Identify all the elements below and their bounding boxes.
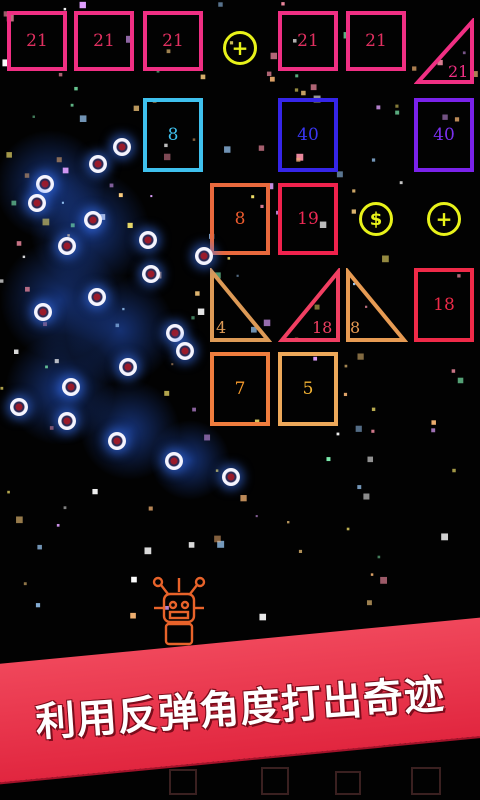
ball [108,432,126,450]
ball [195,247,213,265]
ball [34,303,52,321]
ball [119,358,137,376]
ball [58,237,76,255]
ball [139,231,157,249]
ghost-robots-decoration [169,767,441,795]
ball [166,324,184,342]
ball [58,412,76,430]
brick-block: 21 [74,11,134,71]
plus-icon: + [427,202,461,236]
triangle-block-label: 18 [312,318,333,337]
dollar-coin-icon: $ [359,202,393,236]
brick-block: 8 [210,183,270,255]
brick-block: 18 [414,268,474,342]
ball [222,468,240,486]
triangle-block-label: 8 [350,318,361,337]
brick-block: 5 [278,352,338,426]
ball [89,155,107,173]
brick-block: 7 [210,352,270,426]
brick-block: 21 [346,11,406,71]
ball [176,342,194,360]
ball [88,288,106,306]
plus-icon: + [223,31,257,65]
ball [113,138,131,156]
ball [165,452,183,470]
brick-block: 40 [278,98,338,172]
ball [36,175,54,193]
triangle-block-label: 21 [448,62,469,81]
triangle-block-label: 4 [216,318,227,337]
brick-block: 21 [278,11,338,71]
brick-block: 19 [278,183,338,255]
robot-launcher-icon[interactable] [148,574,210,654]
ball [142,265,160,283]
brick-block: 8 [143,98,203,172]
ball [62,378,80,396]
triangle-block [278,268,340,342]
game-screen[interactable]: 21 21 21 21 21 8 40 40 8 19 18 7 5 21 4 … [0,0,480,800]
brick-block: 21 [7,11,67,71]
ball [28,194,46,212]
ball [10,398,28,416]
brick-block: 21 [143,11,203,71]
ball [84,211,102,229]
brick-block: 40 [414,98,474,172]
